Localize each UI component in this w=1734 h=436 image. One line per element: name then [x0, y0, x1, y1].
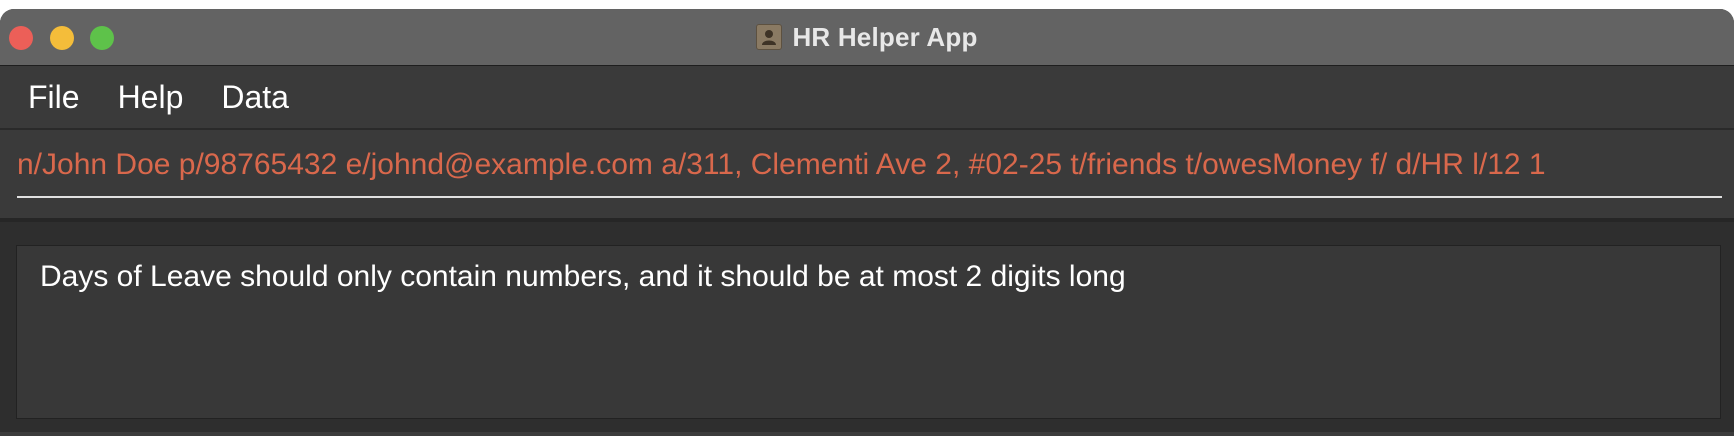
command-input-text: n/John Doe p/98765432 e/johnd@example.co… [17, 148, 1546, 181]
title-bar[interactable]: HR Helper App [0, 9, 1734, 66]
window-title-group: HR Helper App [0, 9, 1734, 65]
menu-data[interactable]: Data [202, 66, 308, 128]
contact-card-icon [756, 24, 783, 50]
app-window: HR Helper App File Help Data n/John Doe … [0, 9, 1734, 436]
window-title: HR Helper App [792, 21, 978, 52]
menu-help[interactable]: Help [99, 66, 203, 128]
command-box-panel: n/John Doe p/98765432 e/johnd@example.co… [0, 130, 1734, 222]
command-input[interactable]: n/John Doe p/98765432 e/johnd@example.co… [17, 148, 1722, 198]
result-panel: Days of Leave should only contain number… [0, 222, 1734, 432]
menu-bar: File Help Data [0, 66, 1734, 130]
result-message: Days of Leave should only contain number… [40, 260, 1126, 293]
result-display[interactable]: Days of Leave should only contain number… [16, 245, 1721, 419]
panel-divider [0, 432, 1734, 436]
menu-file[interactable]: File [0, 66, 99, 128]
